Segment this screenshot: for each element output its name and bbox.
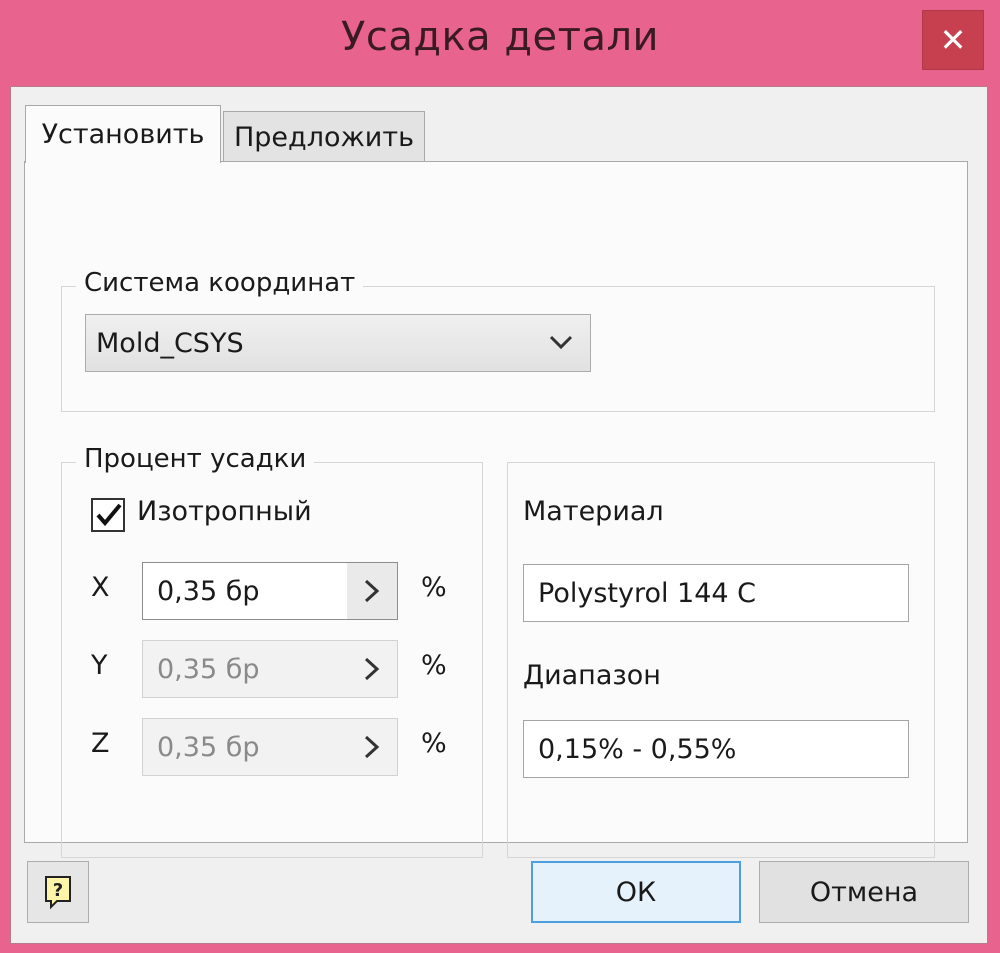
chevron-right-icon <box>364 579 380 603</box>
tab-suggest[interactable]: Предложить <box>223 111 425 163</box>
cancel-button[interactable]: Отмена <box>759 861 969 923</box>
checkmark-icon <box>96 503 122 527</box>
close-icon: ✕ <box>939 21 967 59</box>
shrink-y-value: 0,35 бр <box>157 653 260 685</box>
close-button[interactable]: ✕ <box>922 10 984 70</box>
dialog-body: Установить Предложить Система координат … <box>10 86 988 944</box>
range-field: 0,15% - 0,55% <box>523 720 909 778</box>
shrink-z-value: 0,35 бр <box>157 731 260 763</box>
axis-y-label: Y <box>91 650 108 681</box>
shrink-x-value: 0,35 бр <box>157 575 260 607</box>
material-label: Материал <box>523 496 664 527</box>
coord-system-value: Mold_CSYS <box>96 327 244 359</box>
chevron-right-icon <box>364 657 380 681</box>
shrinkage-label: Процент усадки <box>76 441 315 477</box>
material-value: Polystyrol 144 C <box>538 577 757 609</box>
shrink-x-unit: % <box>421 572 447 603</box>
coord-system-dropdown[interactable]: Mold_CSYS <box>85 314 591 372</box>
shrink-y-input: 0,35 бр <box>142 640 398 698</box>
shrink-z-arrow-button <box>347 719 397 775</box>
tab-set[interactable]: Установить <box>25 105 221 163</box>
axis-x-label: X <box>91 572 110 603</box>
axis-z-label: Z <box>91 728 110 759</box>
ok-button[interactable]: ОК <box>531 861 741 923</box>
shrink-y-arrow-button <box>347 641 397 697</box>
coord-system-label: Система координат <box>76 265 364 301</box>
shrink-y-unit: % <box>421 650 447 681</box>
help-icon: ? <box>45 876 71 910</box>
shrink-z-input: 0,35 бр <box>142 718 398 776</box>
material-field: Polystyrol 144 C <box>523 564 909 622</box>
chevron-right-icon <box>364 735 380 759</box>
isotropic-checkbox[interactable] <box>91 498 125 532</box>
range-value: 0,15% - 0,55% <box>538 733 737 765</box>
shrink-x-input[interactable]: 0,35 бр <box>142 562 398 620</box>
shrink-z-unit: % <box>421 728 447 759</box>
help-button[interactable]: ? <box>27 861 89 923</box>
window-title: Усадка детали <box>340 14 660 60</box>
title-bar: Усадка детали ✕ <box>0 0 1000 85</box>
tab-panel: Система координат Mold_CSYS Процент усад… <box>24 161 968 858</box>
range-label: Диапазон <box>523 660 661 691</box>
shrink-x-arrow-button[interactable] <box>347 563 397 619</box>
chevron-down-icon <box>549 335 573 350</box>
isotropic-label: Изотропный <box>137 496 312 527</box>
svg-text:?: ? <box>53 880 63 901</box>
